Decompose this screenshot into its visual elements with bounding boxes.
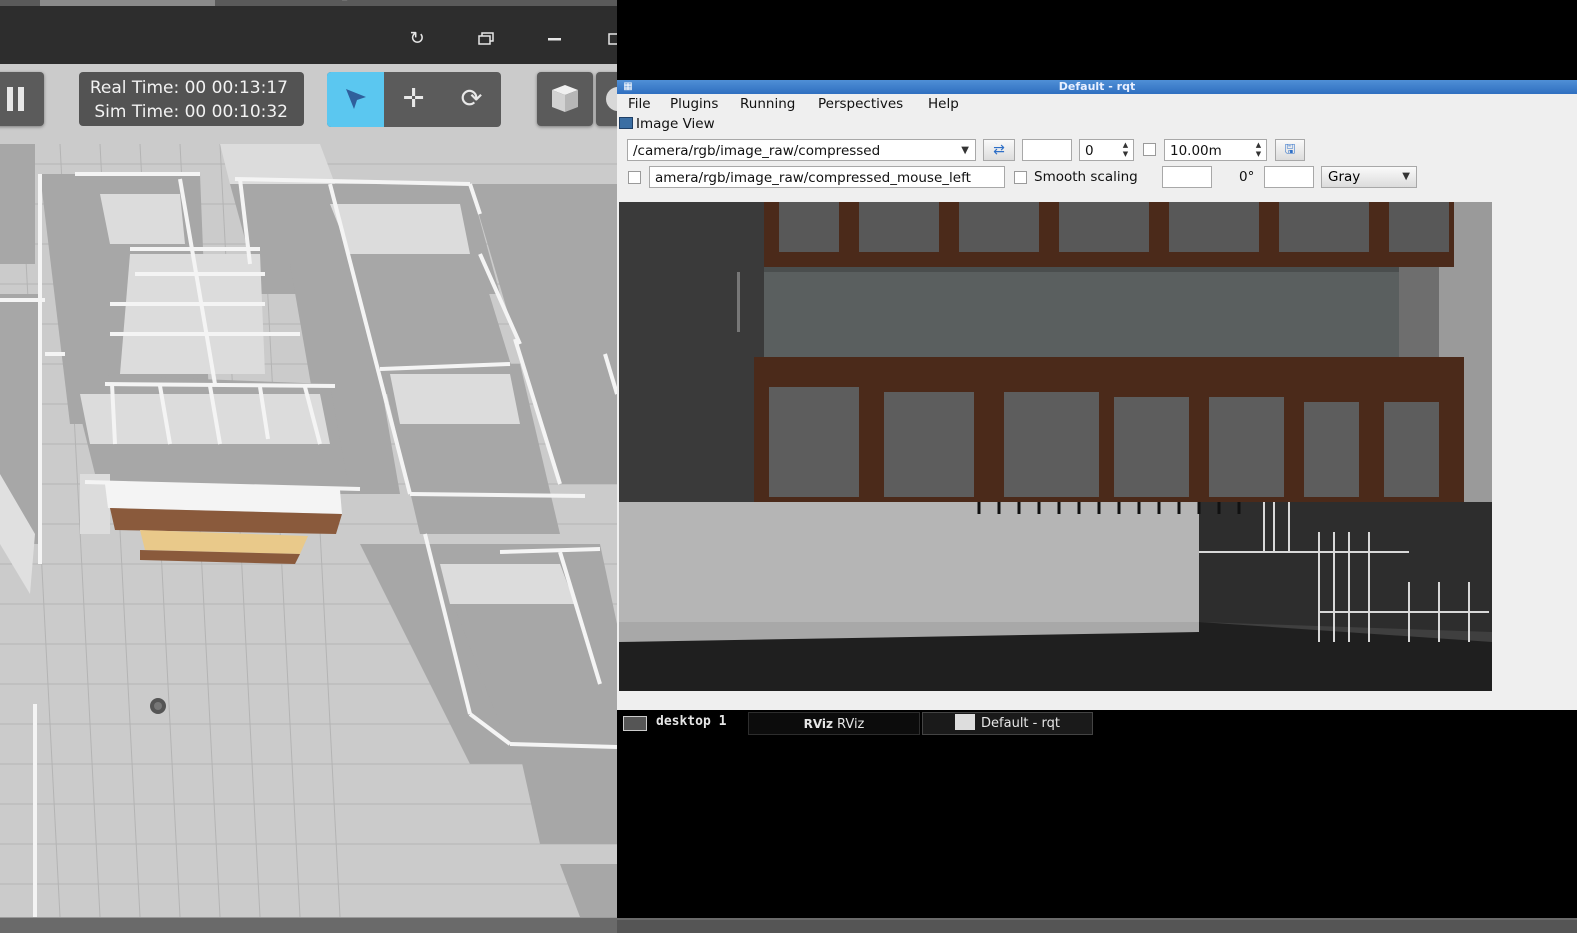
- taskbar-item-rviz[interactable]: RViz RViz: [748, 712, 920, 735]
- time-display: Real Time: 00 00:13:17 Sim Time: 00 00:1…: [79, 72, 304, 126]
- rqt-grid-icon: ▦: [623, 81, 633, 92]
- menu-running[interactable]: Running: [740, 96, 795, 112]
- taskbar-item-rqt[interactable]: Default - rqt: [922, 712, 1093, 735]
- real-time-label: Real Time: 00 00:13:17: [89, 78, 288, 98]
- menu-plugins[interactable]: Plugins: [670, 96, 718, 112]
- max-range-value: 10.00m: [1170, 143, 1222, 159]
- rqt-window-title: Default - rqt: [1058, 80, 1136, 93]
- taskbar-item-label: Default - rqt: [981, 716, 1060, 731]
- pause-button[interactable]: [0, 72, 44, 126]
- rotate-left-button[interactable]: [1162, 166, 1212, 188]
- box-shape-icon[interactable]: [537, 72, 593, 126]
- chevron-down-icon: ▼: [961, 145, 969, 156]
- color-scheme-select[interactable]: Gray ▼: [1321, 166, 1417, 188]
- topic-select-value: /camera/rgb/image_raw/compressed: [633, 143, 881, 159]
- gazebo-title-bar: ↻: [0, 6, 617, 64]
- smooth-scaling-checkbox[interactable]: [1014, 171, 1027, 184]
- mouse-topic-field[interactable]: amera/rgb/image_raw/compressed_mouse_lef…: [649, 166, 1005, 188]
- reset-icon[interactable]: ↻: [402, 24, 432, 54]
- save-image-button[interactable]: 🖫: [1275, 139, 1305, 161]
- workspace-label[interactable]: desktop 1: [656, 714, 726, 729]
- refresh-topics-button[interactable]: ⇄: [983, 139, 1015, 161]
- restore-icon[interactable]: [471, 24, 501, 54]
- value-field[interactable]: [1022, 139, 1072, 161]
- color-scheme-value: Gray: [1328, 169, 1361, 185]
- taskbar: desktop 1 RViz RViz Default - rqt: [617, 710, 1577, 736]
- desktop-icon: [623, 716, 647, 731]
- rotation-label: 0°: [1239, 169, 1255, 185]
- image-view-icon: [619, 117, 633, 129]
- max-range-spinbox[interactable]: 10.00m ▲ ▼: [1164, 139, 1267, 161]
- min-range-value: 0: [1085, 143, 1094, 159]
- image-view-title: Image View: [636, 116, 715, 132]
- topic-select[interactable]: /camera/rgb/image_raw/compressed ▼: [627, 139, 976, 161]
- menu-file[interactable]: File: [628, 96, 651, 112]
- rqt-title-bar[interactable]: ▦ Default - rqt: [617, 80, 1577, 94]
- smooth-scaling-label: Smooth scaling: [1034, 169, 1138, 185]
- menu-perspectives[interactable]: Perspectives: [818, 96, 903, 112]
- gazebo-toolbar: ✛ ⟳: [327, 72, 501, 127]
- sphere-shape-icon[interactable]: [596, 72, 617, 126]
- camera-image[interactable]: [619, 202, 1492, 691]
- publish-click-checkbox[interactable]: [628, 171, 641, 184]
- rqt-menu-bar: File Plugins Running Perspectives Help: [617, 94, 1577, 114]
- select-arrow-icon[interactable]: [327, 72, 384, 127]
- spin-arrows-icon[interactable]: ▲ ▼: [1119, 141, 1132, 159]
- chevron-down-icon: ▼: [1402, 171, 1410, 182]
- taskbar-item-label: RViz: [837, 717, 865, 732]
- min-range-spinbox[interactable]: 0 ▲ ▼: [1079, 139, 1134, 161]
- image-view-panel-header: Image View: [619, 116, 715, 134]
- spin-arrows-icon[interactable]: ▲ ▼: [1252, 141, 1265, 159]
- rqt-grid-icon: [955, 714, 976, 730]
- dynamic-range-checkbox[interactable]: [1143, 143, 1156, 156]
- minimize-icon[interactable]: [540, 24, 570, 54]
- rqt-window: ▦ Default - rqt File Plugins Running Per…: [617, 80, 1577, 710]
- menu-help[interactable]: Help: [928, 96, 959, 112]
- gazebo-window: simulation_wo ↻: [0, 0, 617, 933]
- refresh-icon: ⇄: [993, 142, 1005, 158]
- rviz-icon: RViz: [803, 717, 834, 731]
- rotate-icon[interactable]: ⟳: [443, 72, 500, 127]
- gazebo-tab-label: simulation_wo: [290, 0, 361, 1]
- sim-time-label: Sim Time: 00 00:10:32: [94, 102, 288, 122]
- screen-bottom-edge-right: [617, 920, 1577, 933]
- gazebo-3d-scene[interactable]: [0, 64, 617, 917]
- maximize-icon[interactable]: [600, 24, 617, 54]
- translate-icon[interactable]: ✛: [385, 72, 442, 127]
- rotate-right-button[interactable]: [1264, 166, 1314, 188]
- save-icon: 🖫: [1284, 142, 1296, 157]
